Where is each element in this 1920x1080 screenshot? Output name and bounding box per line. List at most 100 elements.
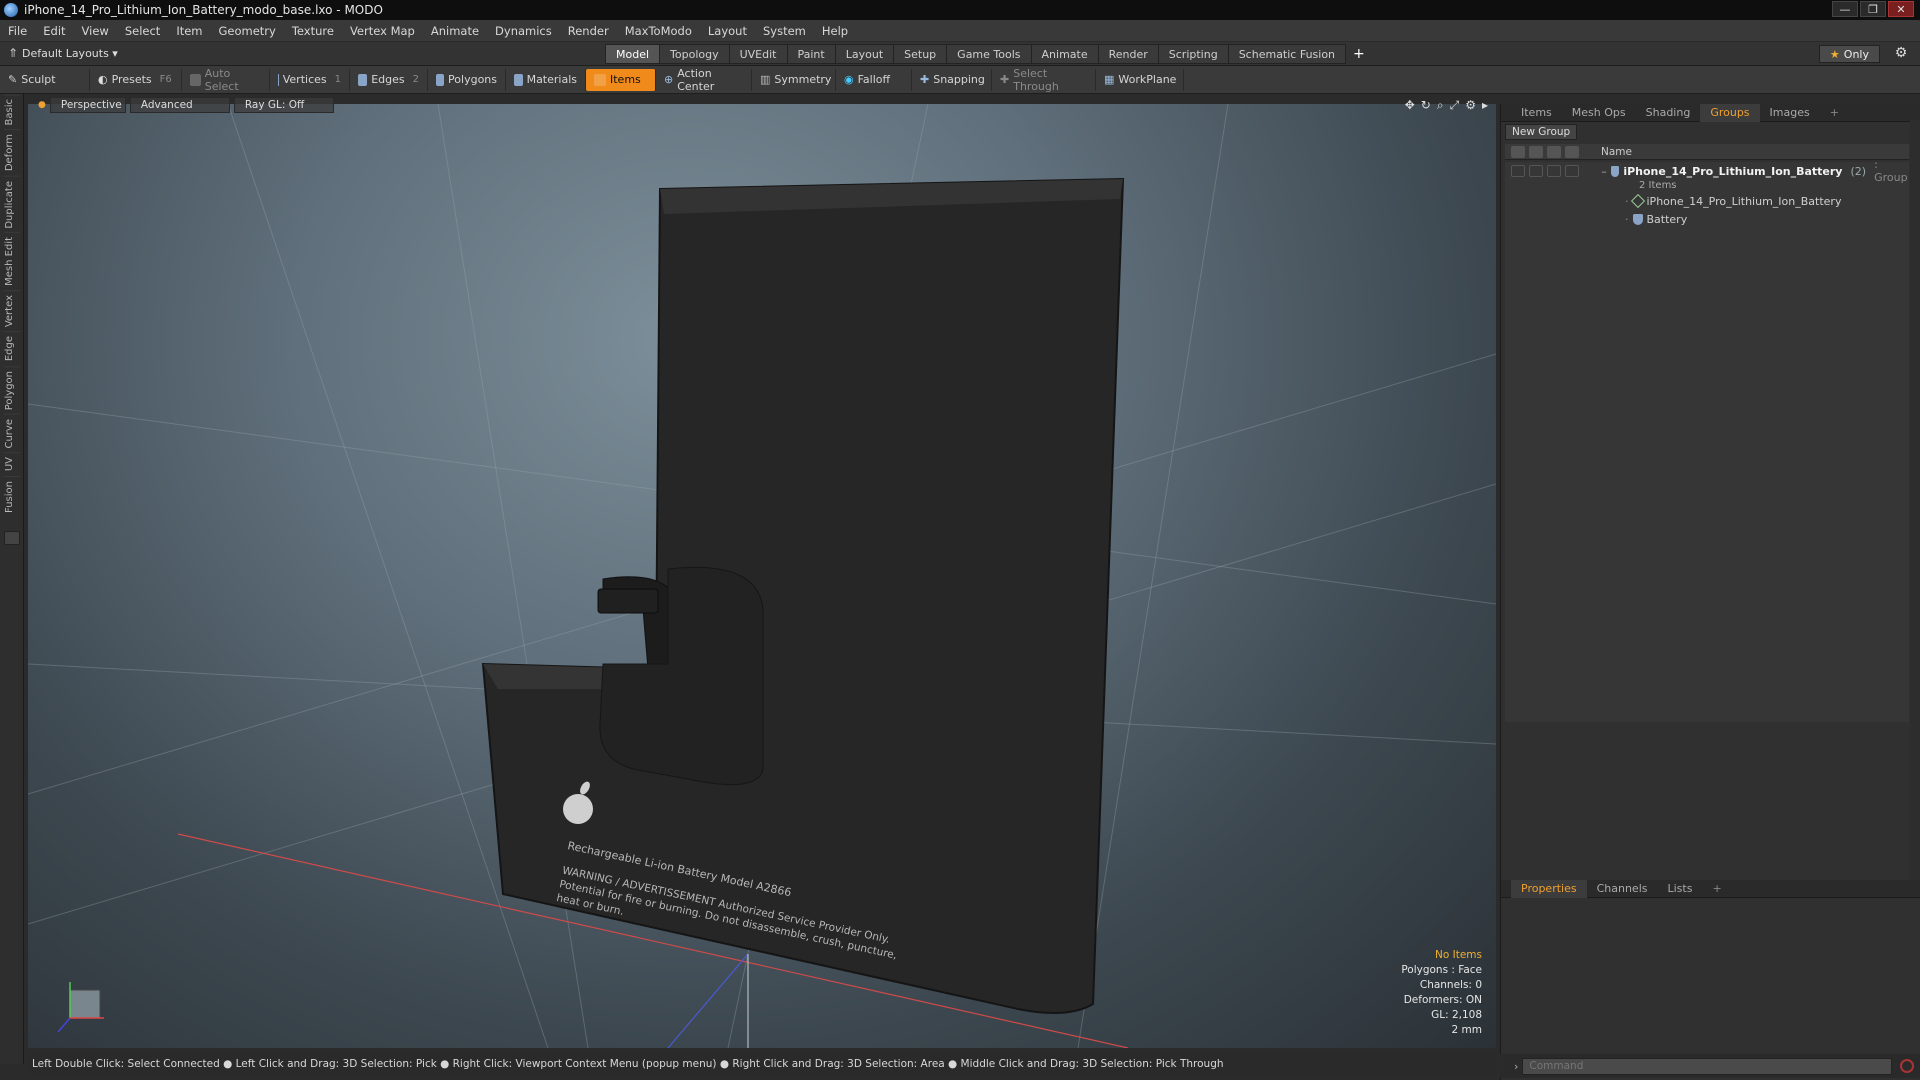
maximize-button[interactable]: ❐ xyxy=(1860,1,1886,17)
strip-tab-edge[interactable]: Edge xyxy=(3,331,20,366)
auto-select-button[interactable]: Auto Select xyxy=(182,67,270,93)
tab-uvedit[interactable]: UVEdit xyxy=(728,44,788,64)
collapse-icon[interactable]: – xyxy=(1601,165,1607,178)
add-tab-button[interactable]: + xyxy=(1345,44,1373,64)
view-mode-button[interactable]: Perspective xyxy=(49,97,126,113)
layout-dropdown[interactable]: Default Layouts ▾ xyxy=(22,47,132,60)
tab-paint[interactable]: Paint xyxy=(786,44,836,64)
tab-topology[interactable]: Topology xyxy=(659,44,730,64)
raygl-button[interactable]: Ray GL: Off xyxy=(233,97,334,113)
strip-tab-polygon[interactable]: Polygon xyxy=(3,365,20,414)
tab-scripting[interactable]: Scripting xyxy=(1157,44,1229,64)
strip-toggle-button[interactable] xyxy=(3,530,20,545)
record-icon[interactable] xyxy=(1900,1059,1915,1073)
tab-model[interactable]: Model xyxy=(605,44,661,64)
tab-properties[interactable]: Properties xyxy=(1511,879,1587,898)
tab-images[interactable]: Images xyxy=(1760,104,1820,122)
tab-items[interactable]: Items xyxy=(1511,104,1562,122)
lock-column-icon[interactable] xyxy=(1547,145,1561,158)
tree-row-material[interactable]: · Battery xyxy=(1505,210,1909,228)
tab-channels[interactable]: Channels xyxy=(1587,880,1658,898)
presets-button[interactable]: ◐ Presets F6 xyxy=(90,68,182,91)
add-panel-tab-button[interactable]: + xyxy=(1820,104,1849,122)
strip-tab-deform[interactable]: Deform xyxy=(3,129,20,176)
tab-layout[interactable]: Layout xyxy=(834,44,895,64)
tab-animate[interactable]: Animate xyxy=(1030,44,1099,64)
viewport-expand-icon[interactable]: ▸ xyxy=(1482,98,1488,113)
tab-mesh-ops[interactable]: Mesh Ops xyxy=(1562,104,1636,122)
snapping-button[interactable]: ✚ Snapping xyxy=(912,68,992,91)
menu-vertex-map[interactable]: Vertex Map xyxy=(342,24,423,38)
menu-select[interactable]: Select xyxy=(117,24,168,38)
items-button[interactable]: Items xyxy=(586,68,656,91)
tab-render[interactable]: Render xyxy=(1097,44,1159,64)
falloff-button[interactable]: ◉ Falloff xyxy=(836,68,912,91)
menu-render[interactable]: Render xyxy=(560,24,617,38)
command-input[interactable] xyxy=(1522,1057,1893,1075)
vertices-button[interactable]: Vertices 1 xyxy=(270,68,350,91)
edges-icon xyxy=(358,73,368,86)
menu-item[interactable]: Item xyxy=(168,24,210,38)
new-group-button[interactable]: New Group xyxy=(1505,124,1578,140)
rotate-icon[interactable]: ↻ xyxy=(1421,98,1431,113)
layout-arrow-icon[interactable]: ⇑ xyxy=(8,46,18,60)
edges-button[interactable]: Edges 2 xyxy=(350,68,428,91)
strip-tab-basic[interactable]: Basic xyxy=(3,94,20,130)
close-button[interactable]: ✕ xyxy=(1888,1,1914,17)
lock-toggle[interactable] xyxy=(1547,165,1561,177)
menu-system[interactable]: System xyxy=(755,24,814,38)
action-center-button[interactable]: ⊕ Action Center xyxy=(656,67,752,93)
render-toggle[interactable] xyxy=(1529,165,1543,177)
select-through-button[interactable]: ✚ Select Through xyxy=(992,67,1096,93)
tab-setup[interactable]: Setup xyxy=(893,44,948,64)
menu-layout[interactable]: Layout xyxy=(700,24,755,38)
items-icon xyxy=(594,73,606,86)
panel-scrollbar[interactable] xyxy=(1910,120,1920,880)
zoom-icon[interactable]: ⌕ xyxy=(1437,98,1444,113)
eye-column-icon[interactable] xyxy=(1511,145,1525,158)
viewport-menu-dot-icon[interactable]: ● xyxy=(38,100,46,110)
minimize-button[interactable]: — xyxy=(1832,1,1858,17)
tree-row-mesh[interactable]: · iPhone_14_Pro_Lithium_Ion_Battery xyxy=(1505,192,1909,210)
sculpt-button[interactable]: ✎ Sculpt xyxy=(0,68,90,91)
shading-mode-button[interactable]: Advanced xyxy=(129,97,230,113)
select-column-icon[interactable] xyxy=(1565,145,1579,158)
visibility-toggle[interactable] xyxy=(1511,165,1525,177)
menu-texture[interactable]: Texture xyxy=(284,24,342,38)
strip-tab-duplicate[interactable]: Duplicate xyxy=(3,175,20,233)
materials-button[interactable]: Materials xyxy=(506,68,586,91)
tab-game-tools[interactable]: Game Tools xyxy=(946,44,1032,64)
menu-dynamics[interactable]: Dynamics xyxy=(487,24,560,38)
menu-animate[interactable]: Animate xyxy=(423,24,487,38)
tab-shading[interactable]: Shading xyxy=(1636,104,1701,122)
viewport-settings-icon[interactable]: ⚙ xyxy=(1465,98,1476,113)
tab-groups[interactable]: Groups xyxy=(1700,103,1760,122)
workplane-button[interactable]: ▦ WorkPlane xyxy=(1096,68,1184,91)
strip-tab-fusion[interactable]: Fusion xyxy=(3,475,20,517)
add-properties-tab-button[interactable]: + xyxy=(1702,880,1731,898)
menu-edit[interactable]: Edit xyxy=(35,24,73,38)
select-toggle[interactable] xyxy=(1565,165,1579,177)
render-column-icon[interactable] xyxy=(1529,145,1543,158)
menu-file[interactable]: File xyxy=(0,24,35,38)
only-button[interactable]: ★ Only xyxy=(1818,45,1880,63)
strip-tab-uv[interactable]: UV xyxy=(3,452,20,476)
gear-icon[interactable]: ⚙ xyxy=(1892,45,1910,63)
strip-tab-curve[interactable]: Curve xyxy=(3,413,20,453)
3d-viewport[interactable]: Rechargeable Li-ion Battery Model A2866 … xyxy=(28,104,1496,1048)
tab-lists[interactable]: Lists xyxy=(1658,880,1703,898)
tab-schematic-fusion[interactable]: Schematic Fusion xyxy=(1227,44,1347,64)
menu-geometry[interactable]: Geometry xyxy=(211,24,284,38)
menu-help[interactable]: Help xyxy=(814,24,856,38)
battery-model[interactable]: Rechargeable Li-ion Battery Model A2866 … xyxy=(481,177,1125,1014)
menu-maxtomodo[interactable]: MaxToModo xyxy=(617,24,700,38)
polygons-button[interactable]: Polygons xyxy=(428,68,506,91)
menu-view[interactable]: View xyxy=(74,24,117,38)
name-column-header[interactable]: Name xyxy=(1601,146,1632,158)
symmetry-button[interactable]: ▥ Symmetry xyxy=(752,68,836,91)
tree-row-group[interactable]: – iPhone_14_Pro_Lithium_Ion_Battery (2) … xyxy=(1505,158,1909,184)
pan-icon[interactable]: ✥ xyxy=(1405,98,1415,113)
fit-icon[interactable]: ⤢ xyxy=(1450,98,1460,113)
strip-tab-mesh-edit[interactable]: Mesh Edit xyxy=(3,232,20,291)
strip-tab-vertex[interactable]: Vertex xyxy=(3,290,20,332)
